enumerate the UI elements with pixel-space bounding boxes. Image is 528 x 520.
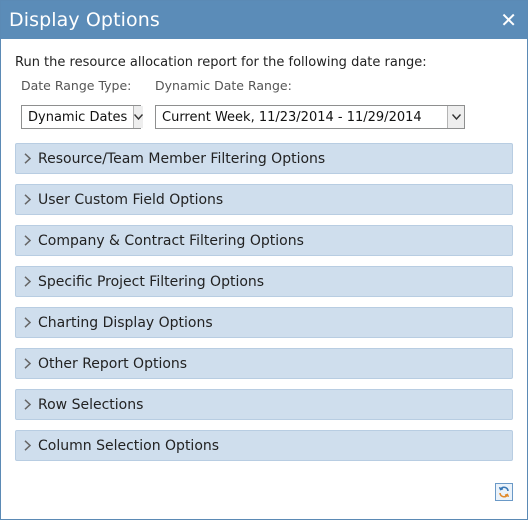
section-label: Charting Display Options [38, 314, 213, 331]
section-label: Resource/Team Member Filtering Options [38, 150, 326, 167]
refresh-icon[interactable] [495, 483, 513, 501]
date-range-type-label: Date Range Type: [21, 78, 132, 93]
chevron-right-icon [24, 235, 36, 246]
chevron-right-icon [24, 440, 36, 451]
chevron-down-icon[interactable] [447, 106, 464, 128]
section-user-custom-field[interactable]: User Custom Field Options [15, 184, 513, 215]
close-icon[interactable]: ✕ [500, 10, 517, 30]
section-label: Other Report Options [38, 355, 188, 372]
section-resource-team-member-filtering[interactable]: Resource/Team Member Filtering Options [15, 143, 513, 174]
field-labels: Date Range Type: Dynamic Date Range: [21, 78, 513, 93]
chevron-down-icon[interactable] [133, 106, 144, 128]
titlebar: Display Options ✕ [1, 1, 527, 39]
section-label: Column Selection Options [38, 437, 220, 454]
section-row-selections[interactable]: Row Selections [15, 389, 513, 420]
display-options-dialog: Display Options ✕ Run the resource alloc… [0, 0, 528, 520]
section-label: User Custom Field Options [38, 191, 224, 208]
section-label: Company & Contract Filtering Options [38, 232, 304, 249]
chevron-right-icon [24, 317, 36, 328]
date-range-type-select[interactable]: Dynamic Dates [21, 105, 144, 129]
chevron-right-icon [24, 399, 36, 410]
section-column-selection[interactable]: Column Selection Options [15, 430, 513, 461]
section-other-report[interactable]: Other Report Options [15, 348, 513, 379]
section-label: Specific Project Filtering Options [38, 273, 265, 290]
dynamic-date-range-label: Dynamic Date Range: [155, 78, 292, 93]
dynamic-date-range-select[interactable]: Current Week, 11/23/2014 - 11/29/2014 [155, 105, 465, 129]
dialog-content: Run the resource allocation report for t… [1, 39, 527, 461]
date-range-type-value: Dynamic Dates [28, 110, 128, 125]
chevron-right-icon [24, 276, 36, 287]
section-charting-display[interactable]: Charting Display Options [15, 307, 513, 338]
options-sections: Resource/Team Member Filtering Options U… [15, 143, 513, 461]
section-label: Row Selections [38, 396, 144, 413]
dynamic-date-range-value: Current Week, 11/23/2014 - 11/29/2014 [162, 110, 422, 125]
chevron-right-icon [24, 358, 36, 369]
dialog-title: Display Options [9, 9, 160, 31]
intro-text: Run the resource allocation report for t… [15, 55, 427, 70]
section-company-contract-filtering[interactable]: Company & Contract Filtering Options [15, 225, 513, 256]
chevron-right-icon [24, 153, 36, 164]
chevron-right-icon [24, 194, 36, 205]
date-selects: Dynamic Dates Current Week, 11/23/2014 -… [21, 105, 513, 129]
section-specific-project-filtering[interactable]: Specific Project Filtering Options [15, 266, 513, 297]
